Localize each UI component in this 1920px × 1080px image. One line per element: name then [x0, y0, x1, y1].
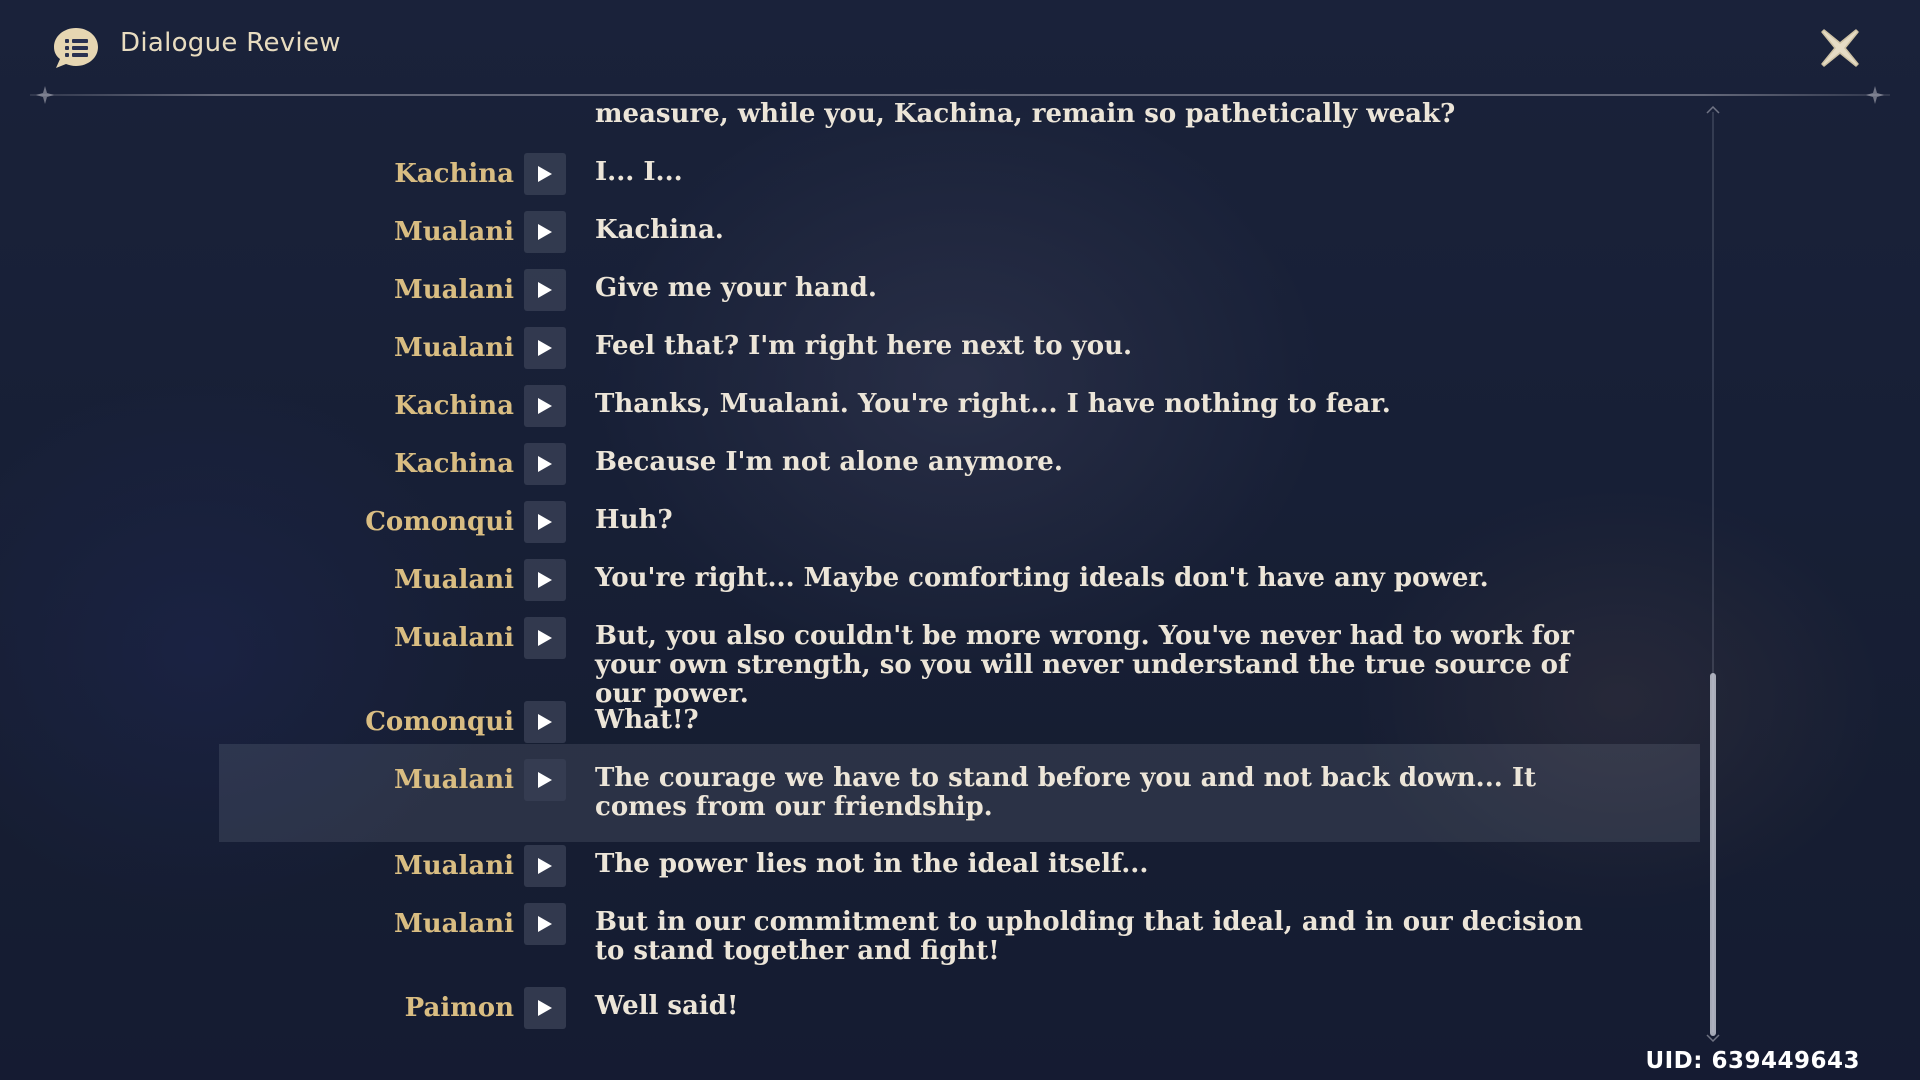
dialogue-list[interactable]: measure, while you, Kachina, remain so p…	[0, 96, 1720, 1080]
dialogue-text: But in our commitment to upholding that …	[595, 907, 1583, 966]
play-icon	[538, 398, 552, 414]
play-voice-button[interactable]	[524, 987, 566, 1029]
dialogue-text: The power lies not in the ideal itself..…	[595, 849, 1149, 879]
scrollbar-thumb[interactable]	[1710, 673, 1716, 1036]
dialogue-row: Mualani But in our commitment to upholdi…	[0, 903, 1720, 966]
dialogue-text: You're right... Maybe comforting ideals …	[595, 563, 1489, 593]
dialogue-row: measure, while you, Kachina, remain so p…	[0, 100, 1720, 129]
speech-list-icon	[52, 26, 100, 70]
play-voice-button[interactable]	[524, 903, 566, 945]
speaker-name: Mualani	[393, 275, 514, 305]
play-voice-button[interactable]	[524, 845, 566, 887]
play-voice-button[interactable]	[524, 759, 566, 801]
play-icon	[538, 1000, 552, 1016]
dialogue-row: Comonqui Huh?	[0, 501, 1720, 543]
speaker-name: Mualani	[393, 333, 514, 363]
dialogue-text: What!?	[595, 705, 699, 735]
dialogue-row: Mualani But, you also couldn't be more w…	[0, 617, 1720, 709]
play-icon	[538, 772, 552, 788]
dialogue-row: Kachina Because I'm not alone anymore.	[0, 443, 1720, 485]
dialogue-row: Kachina I... I...	[0, 153, 1720, 195]
play-icon	[538, 224, 552, 240]
dialogue-row: Mualani Give me your hand.	[0, 269, 1720, 311]
play-voice-button[interactable]	[524, 701, 566, 743]
play-voice-button[interactable]	[524, 153, 566, 195]
close-button[interactable]	[1818, 26, 1862, 70]
play-voice-button[interactable]	[524, 617, 566, 659]
dialogue-text: But, you also couldn't be more wrong. Yo…	[595, 621, 1574, 709]
dialogue-row: Paimon Well said!	[0, 987, 1720, 1029]
dialogue-text: Give me your hand.	[595, 273, 877, 303]
scroll-down-chevron-icon	[1706, 1034, 1720, 1042]
dialogue-row: Mualani Feel that? I'm right here next t…	[0, 327, 1720, 369]
dialogue-text: Kachina.	[595, 215, 724, 245]
divider-star-right-icon	[1866, 86, 1884, 104]
speaker-name: Mualani	[393, 565, 514, 595]
play-icon	[538, 572, 552, 588]
dialogue-text: Thanks, Mualani. You're right... I have …	[595, 389, 1391, 419]
play-voice-button[interactable]	[524, 385, 566, 427]
play-voice-button[interactable]	[524, 327, 566, 369]
play-voice-button[interactable]	[524, 211, 566, 253]
speaker-name: Comonqui	[365, 707, 514, 737]
play-icon	[538, 630, 552, 646]
play-icon	[538, 714, 552, 730]
speaker-name: Kachina	[394, 391, 514, 421]
speaker-name: Mualani	[393, 909, 514, 939]
speaker-name: Kachina	[394, 449, 514, 479]
play-icon	[538, 282, 552, 298]
dialogue-text: Well said!	[595, 991, 739, 1021]
uid-label: UID: 639449643	[1645, 1048, 1860, 1074]
dialogue-text: I... I...	[595, 157, 683, 187]
play-voice-button[interactable]	[524, 501, 566, 543]
dialogue-row: Mualani The power lies not in the ideal …	[0, 845, 1720, 887]
speaker-name: Mualani	[393, 765, 514, 795]
speaker-name: Kachina	[394, 159, 514, 189]
speaker-name: Mualani	[393, 217, 514, 247]
dialogue-row: Kachina Thanks, Mualani. You're right...…	[0, 385, 1720, 427]
speaker-name: Comonqui	[365, 507, 514, 537]
play-voice-button[interactable]	[524, 559, 566, 601]
play-icon	[538, 858, 552, 874]
speaker-name: Mualani	[393, 623, 514, 653]
dialogue-text: The courage we have to stand before you …	[595, 763, 1537, 822]
play-icon	[538, 166, 552, 182]
play-icon	[538, 514, 552, 530]
close-icon	[1821, 29, 1859, 67]
dialogue-text: measure, while you, Kachina, remain so p…	[595, 99, 1456, 129]
play-voice-button[interactable]	[524, 443, 566, 485]
play-icon	[538, 340, 552, 356]
scroll-up-chevron-icon	[1706, 106, 1720, 114]
header-bar: Dialogue Review	[0, 0, 1920, 96]
play-icon	[538, 456, 552, 472]
dialogue-row: Mualani Kachina.	[0, 211, 1720, 253]
play-voice-button[interactable]	[524, 269, 566, 311]
speaker-name: Paimon	[404, 993, 514, 1023]
page-title: Dialogue Review	[120, 28, 341, 58]
play-icon	[538, 916, 552, 932]
dialogue-text: Feel that? I'm right here next to you.	[595, 331, 1133, 361]
speaker-name: Mualani	[393, 851, 514, 881]
dialogue-text: Because I'm not alone anymore.	[595, 447, 1063, 477]
dialogue-row-highlighted: Mualani The courage we have to stand bef…	[0, 744, 1720, 842]
dialogue-row: Comonqui What!?	[0, 701, 1720, 743]
dialogue-row: Mualani You're right... Maybe comforting…	[0, 559, 1720, 601]
dialogue-text: Huh?	[595, 505, 673, 535]
